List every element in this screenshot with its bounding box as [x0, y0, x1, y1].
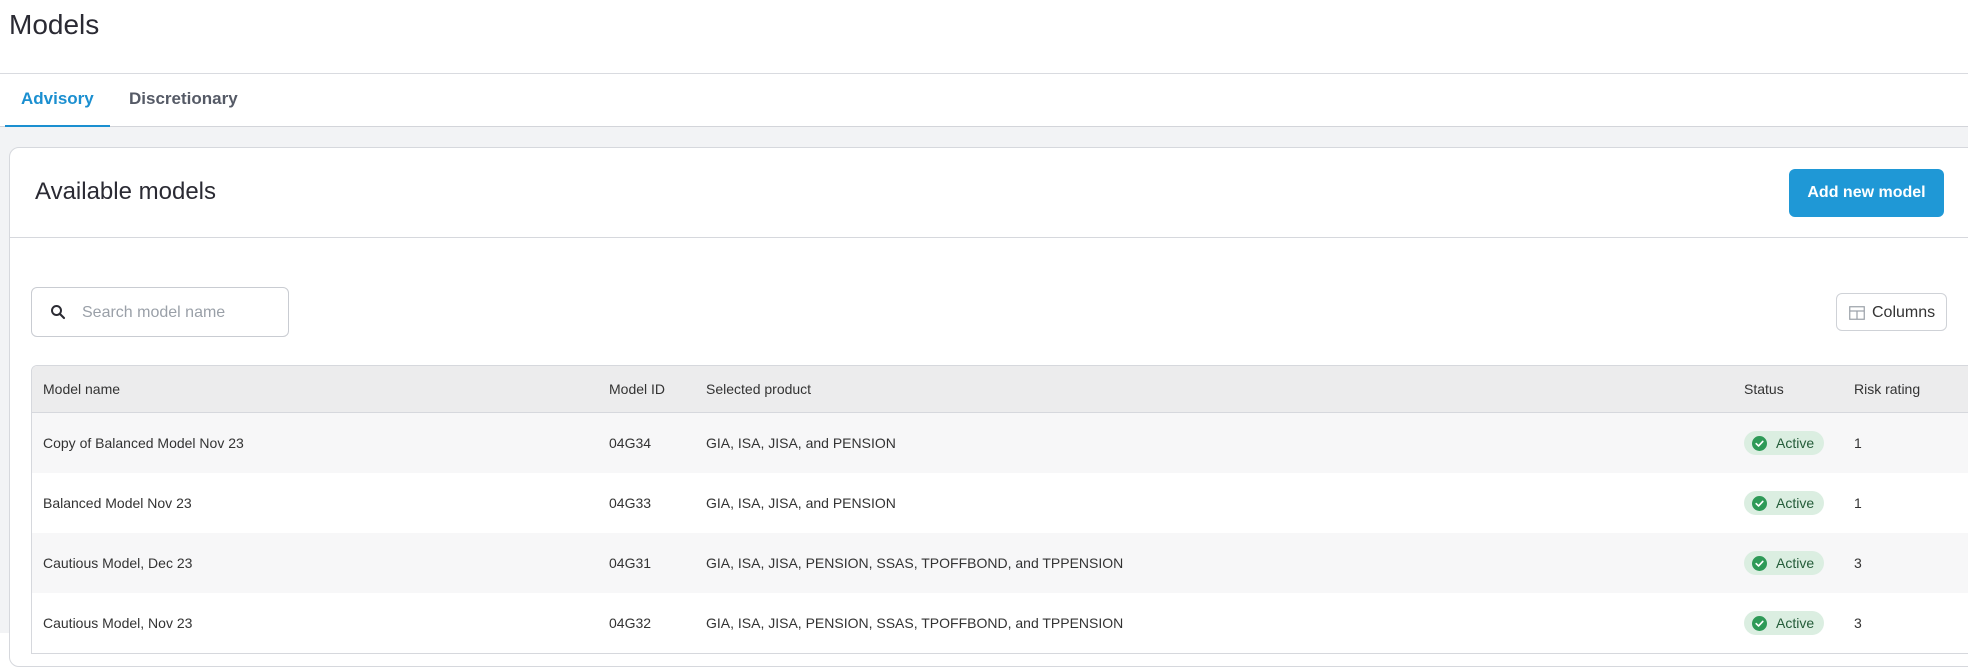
add-new-model-button[interactable]: Add new model: [1789, 169, 1944, 217]
models-card: Available models Add new model Columns M…: [9, 147, 1968, 667]
cell-status: Active: [1744, 473, 1825, 533]
page-title: Models: [9, 9, 100, 40]
tab-bar: Advisory Discretionary: [0, 74, 1968, 127]
tab-advisory[interactable]: Advisory: [5, 74, 110, 127]
search-field[interactable]: [31, 287, 289, 337]
card-title: Available models: [35, 178, 216, 205]
tab-discretionary[interactable]: Discretionary: [113, 74, 254, 127]
check-circle-icon: [1752, 615, 1767, 631]
cell-status: Active: [1744, 533, 1825, 593]
page-header: Models: [0, 0, 1968, 74]
cell-model-id: 04G33: [609, 495, 652, 511]
status-label: Active: [1776, 495, 1815, 511]
check-circle-icon: [1752, 495, 1767, 511]
cell-model-name: Balanced Model Nov 23: [43, 495, 192, 511]
table-columns-icon: [1849, 306, 1865, 320]
status-label: Active: [1776, 555, 1815, 571]
status-badge: Active: [1744, 491, 1825, 515]
check-circle-icon: [1752, 435, 1767, 451]
cell-risk-rating: 3: [1854, 615, 1862, 631]
cell-model-id: 04G34: [609, 435, 652, 451]
header-selected-product[interactable]: Selected product: [706, 366, 811, 412]
header-status[interactable]: Status: [1744, 366, 1784, 412]
table-row[interactable]: Cautious Model, Dec 23 04G31 GIA, ISA, J…: [32, 533, 1968, 593]
status-badge: Active: [1744, 551, 1825, 575]
card-header: Available models Add new model: [10, 148, 1968, 238]
search-input[interactable]: [82, 300, 277, 326]
cell-model-id: 04G32: [609, 615, 652, 631]
cell-model-name: Cautious Model, Nov 23: [43, 615, 193, 631]
cell-status: Active: [1744, 593, 1825, 653]
cell-model-id: 04G31: [609, 555, 652, 571]
check-circle-icon: [1752, 555, 1767, 571]
cell-risk-rating: 1: [1854, 495, 1862, 511]
cell-selected-product: GIA, ISA, JISA, PENSION, SSAS, TPOFFBOND…: [706, 615, 1124, 631]
search-icon: [51, 305, 66, 320]
cell-risk-rating: 1: [1854, 435, 1862, 451]
cell-model-name: Copy of Balanced Model Nov 23: [43, 435, 244, 451]
status-badge: Active: [1744, 431, 1825, 455]
cell-selected-product: GIA, ISA, JISA, PENSION, SSAS, TPOFFBOND…: [706, 555, 1124, 571]
cell-status: Active: [1744, 413, 1825, 473]
header-risk-rating[interactable]: Risk rating: [1854, 366, 1920, 412]
columns-button-label: Columns: [1872, 304, 1936, 321]
status-badge: Active: [1744, 611, 1825, 635]
cell-selected-product: GIA, ISA, JISA, and PENSION: [706, 495, 896, 511]
models-table: Model name Model ID Selected product Sta…: [31, 365, 1968, 654]
table-row[interactable]: Copy of Balanced Model Nov 23 04G34 GIA,…: [32, 413, 1968, 473]
status-label: Active: [1776, 615, 1815, 631]
table-row[interactable]: Balanced Model Nov 23 04G33 GIA, ISA, JI…: [32, 473, 1968, 533]
table-row[interactable]: Cautious Model, Nov 23 04G32 GIA, ISA, J…: [32, 593, 1968, 653]
cell-risk-rating: 3: [1854, 555, 1862, 571]
status-label: Active: [1776, 435, 1815, 451]
columns-button[interactable]: Columns: [1836, 293, 1947, 331]
header-model-id[interactable]: Model ID: [609, 366, 665, 412]
cell-model-name: Cautious Model, Dec 23: [43, 555, 193, 571]
table-header-row: Model name Model ID Selected product Sta…: [32, 366, 1968, 413]
header-model-name[interactable]: Model name: [43, 366, 120, 412]
cell-selected-product: GIA, ISA, JISA, and PENSION: [706, 435, 896, 451]
